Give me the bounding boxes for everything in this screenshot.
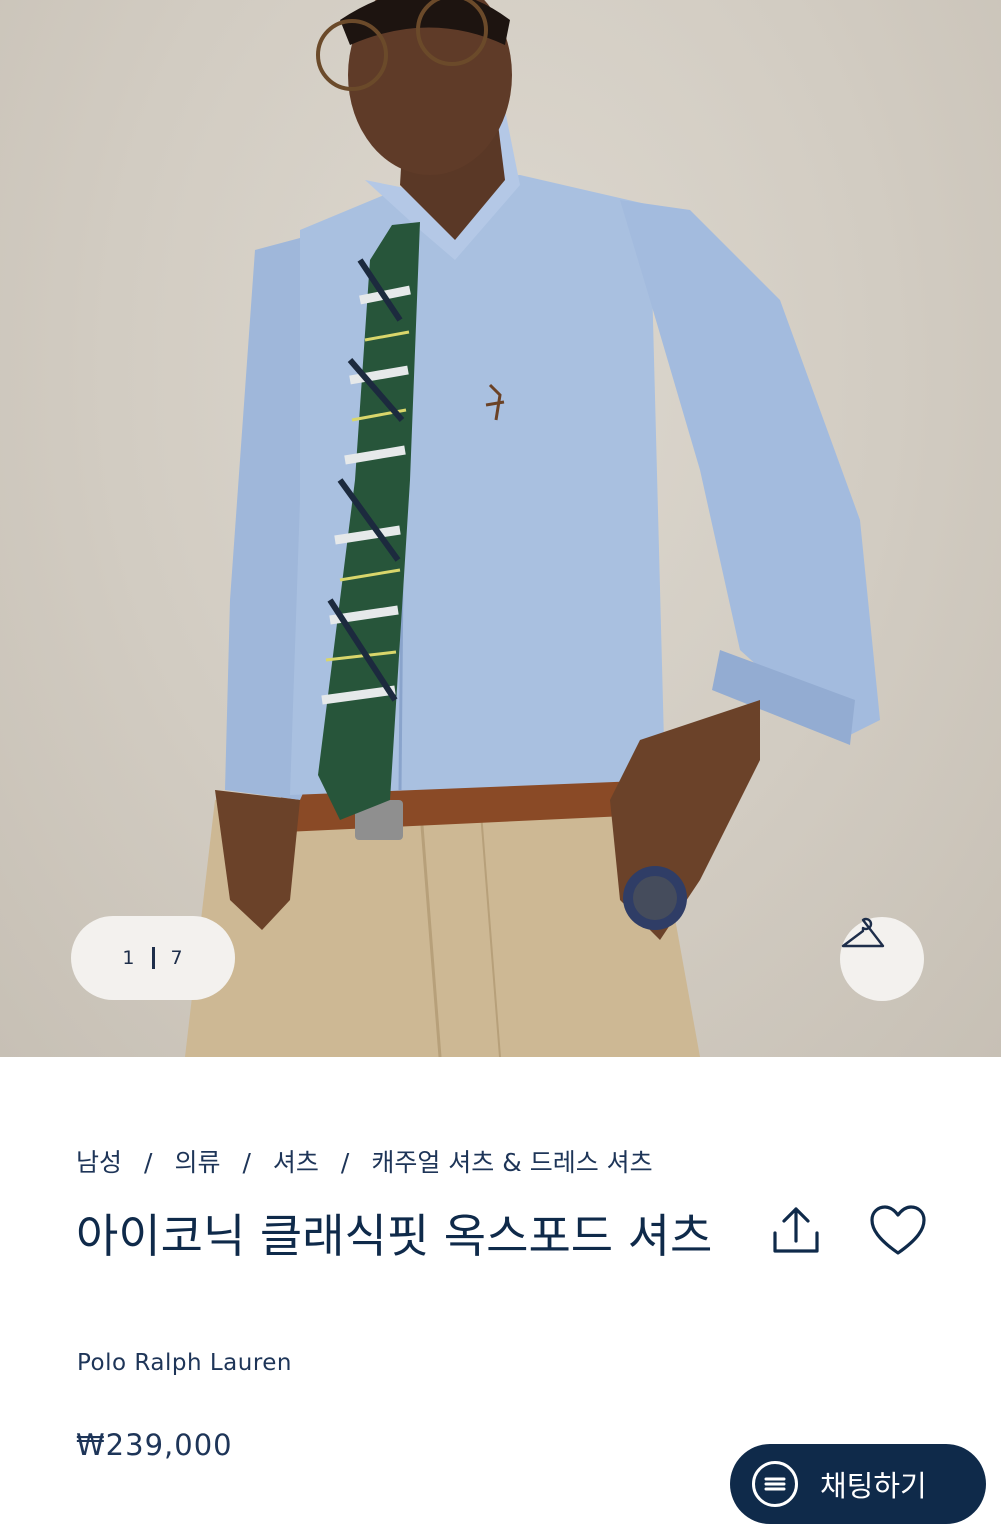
breadcrumb-item-men[interactable]: 남성 [76,1148,122,1177]
image-counter: 1 7 [71,916,235,1000]
product-title: 아이코닉 클래식핏 옥스포드 셔츠 [76,1209,713,1263]
hanger-icon [841,917,885,948]
chat-button[interactable]: 채팅하기 [730,1444,986,1524]
chat-bubble-icon [752,1461,798,1507]
chat-button-label: 채팅하기 [820,1469,927,1503]
share-button[interactable] [767,1203,825,1261]
product-brand[interactable]: Polo Ralph Lauren [77,1350,292,1376]
hanger-button[interactable] [840,917,924,1001]
breadcrumb-item-shirts[interactable]: 셔츠 [273,1148,319,1177]
total-images: 7 [170,947,184,969]
product-image-gallery[interactable]: 1 7 [0,0,1001,1057]
share-icon [773,1207,819,1253]
product-photo [185,0,880,1057]
product-price: ₩239,000 [76,1428,233,1462]
heart-icon [870,1205,926,1255]
wishlist-button[interactable] [868,1203,928,1259]
counter-divider [151,947,155,969]
current-image-index: 1 [122,947,136,969]
breadcrumb-separator: / [144,1148,153,1177]
breadcrumb-separator: / [340,1148,350,1177]
breadcrumb-separator: / [242,1148,251,1177]
breadcrumb: 남성 / 의류 / 셔츠 / 캐주얼 셔츠 & 드레스 셔츠 [76,1143,653,1179]
breadcrumb-item-clothing[interactable]: 의류 [174,1148,220,1177]
breadcrumb-item-casual-dress-shirts[interactable]: 캐주얼 셔츠 & 드레스 셔츠 [371,1148,652,1177]
